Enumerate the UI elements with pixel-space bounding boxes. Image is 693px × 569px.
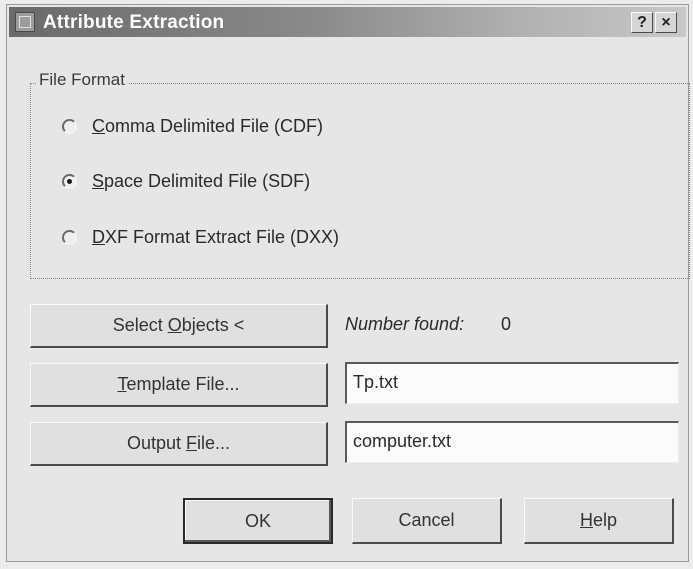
file-format-label: File Format: [36, 70, 128, 90]
template-file-label: emplate File...: [126, 374, 240, 394]
radio-cdf-mnemonic: C: [92, 116, 105, 136]
radio-dxx-label[interactable]: DXF Format Extract File (DXX): [92, 227, 339, 248]
output-file-label-before: Output: [126, 433, 187, 453]
radio-sdf-label[interactable]: Space Delimited File (SDF): [92, 171, 310, 192]
number-found-value: 0: [501, 314, 512, 334]
radio-dxx-indicator[interactable]: [62, 230, 77, 245]
help-button[interactable]: Help: [524, 498, 674, 544]
radio-cdf-text: omma Delimited File (CDF): [105, 116, 324, 136]
radio-sdf-text: pace Delimited File (SDF): [104, 171, 311, 191]
title-bar[interactable]: Attribute Extraction ? ×: [9, 7, 686, 37]
select-objects-button[interactable]: Select Objects <: [30, 304, 328, 348]
output-file-label-after: ile...: [197, 433, 231, 453]
ok-button[interactable]: OK: [183, 498, 333, 544]
help-label: elp: [592, 510, 618, 530]
template-file-input[interactable]: Tp.txt: [345, 362, 679, 404]
radio-sdf-indicator[interactable]: [62, 174, 77, 189]
output-file-input[interactable]: computer.txt: [345, 421, 679, 463]
cancel-button[interactable]: Cancel: [352, 498, 502, 544]
window-title: Attribute Extraction: [43, 12, 225, 33]
radio-sdf-mnemonic: S: [92, 171, 105, 191]
select-objects-mnemonic: O: [167, 315, 182, 335]
output-file-button[interactable]: Output File...: [30, 422, 328, 466]
number-found-label: Number found:: [345, 314, 465, 334]
help-title-button[interactable]: ?: [631, 12, 653, 33]
template-file-button[interactable]: Template File...: [30, 363, 328, 407]
select-objects-label-before: Select: [112, 315, 168, 335]
help-mnemonic: H: [579, 510, 593, 530]
radio-cdf-label[interactable]: Comma Delimited File (CDF): [92, 116, 323, 137]
close-button[interactable]: ×: [655, 12, 677, 33]
radio-dxx-text: XF Format Extract File (DXX): [105, 227, 340, 247]
radio-cdf-indicator[interactable]: [62, 119, 77, 134]
app-icon: [15, 12, 35, 32]
select-objects-label-after: bjects <: [181, 315, 245, 335]
output-file-mnemonic: F: [186, 433, 198, 453]
radio-dxx-mnemonic: D: [92, 227, 105, 247]
